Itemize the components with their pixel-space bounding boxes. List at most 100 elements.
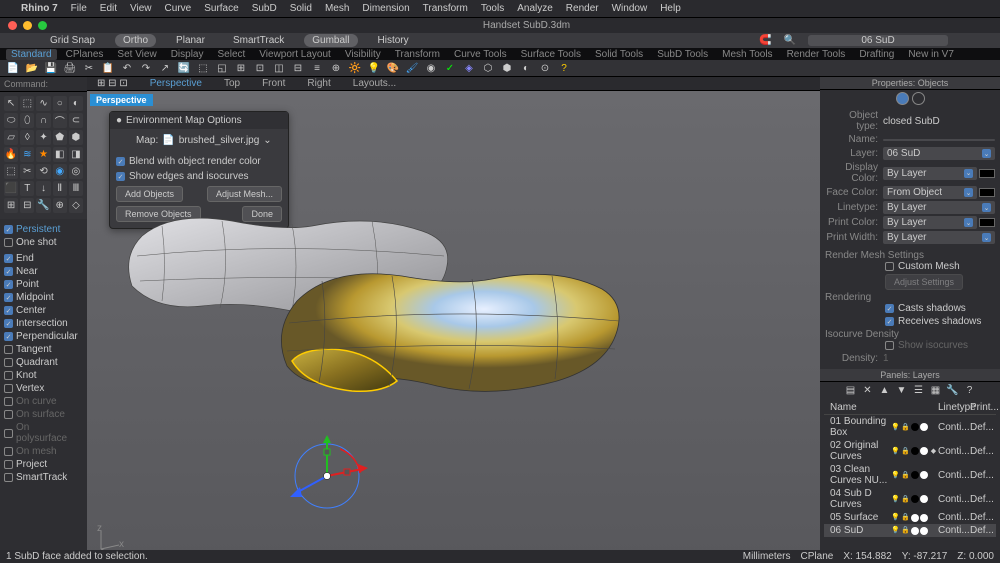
checkbox[interactable]: ✓: [885, 304, 894, 313]
smarttrack-toggle[interactable]: SmartTrack: [225, 34, 292, 47]
menu-item[interactable]: Tools: [481, 3, 504, 14]
gumball-widget[interactable]: [282, 431, 372, 521]
open-icon[interactable]: 📂: [25, 61, 39, 75]
save-icon[interactable]: 💾: [44, 61, 58, 75]
layer-tool-icon[interactable]: ▤: [844, 384, 858, 398]
viewport-tab[interactable]: Front: [252, 78, 295, 89]
print-color-dropdown[interactable]: By Layer⌄: [883, 216, 977, 229]
layer-row[interactable]: 05 Surface💡🔒Conti...Def...: [824, 511, 996, 524]
command-input[interactable]: Command:: [0, 77, 87, 92]
tool-icon[interactable]: ≋: [20, 147, 34, 162]
tool-icon[interactable]: ◊: [20, 130, 34, 145]
checkbox[interactable]: [885, 341, 894, 350]
checkbox[interactable]: ✓: [4, 225, 13, 234]
tool-icon[interactable]: ◧: [53, 147, 67, 162]
lock-icon[interactable]: 🔒: [901, 423, 910, 432]
checkbox[interactable]: [4, 238, 13, 247]
tool-icon[interactable]: ◉: [53, 164, 67, 179]
properties-tab-icon[interactable]: [896, 92, 909, 105]
checkbox[interactable]: ✓: [4, 267, 13, 276]
menu-item[interactable]: View: [130, 3, 152, 14]
planar-toggle[interactable]: Planar: [168, 34, 213, 47]
search-icon[interactable]: 🔍: [784, 35, 796, 46]
menu-item[interactable]: Surface: [204, 3, 238, 14]
tab-item[interactable]: Drafting: [854, 49, 899, 60]
history-toggle[interactable]: History: [370, 34, 417, 47]
material-swatch[interactable]: [920, 471, 928, 479]
layer-dropdown[interactable]: 06 SuD⌄: [883, 147, 995, 160]
layer-row[interactable]: 01 Bounding Box💡🔒Conti...Def...: [824, 415, 996, 439]
tool-icon[interactable]: 🔥: [4, 147, 18, 162]
tab-item[interactable]: Curve Tools: [449, 49, 512, 60]
tool-icon[interactable]: ⊞: [4, 198, 18, 213]
menu-item[interactable]: File: [71, 3, 87, 14]
checkbox[interactable]: ✓: [4, 319, 13, 328]
undo-icon[interactable]: ↶: [120, 61, 134, 75]
tool-icon[interactable]: ⬢: [69, 130, 83, 145]
menu-item[interactable]: Dimension: [362, 3, 409, 14]
tool-icon[interactable]: ◉: [424, 61, 438, 75]
tool-icon[interactable]: ⬢: [500, 61, 514, 75]
tool-icon[interactable]: ◫: [272, 61, 286, 75]
status-cplane[interactable]: CPlane: [801, 551, 834, 562]
tab-item[interactable]: Display: [166, 49, 209, 60]
tab-item[interactable]: Transform: [390, 49, 445, 60]
tool-icon[interactable]: ◈: [462, 61, 476, 75]
tool-icon[interactable]: ◎: [69, 164, 83, 179]
tab-item[interactable]: Render Tools: [782, 49, 851, 60]
tool-icon[interactable]: ⬭: [4, 113, 18, 128]
tool-icon[interactable]: ⊟: [20, 198, 34, 213]
checkbox[interactable]: ✓: [4, 332, 13, 341]
tool-icon[interactable]: ✂: [82, 61, 96, 75]
menu-item[interactable]: Analyze: [517, 3, 553, 14]
lock-icon[interactable]: 🔒: [901, 447, 910, 456]
checkbox[interactable]: [4, 460, 13, 469]
layer-tool-icon[interactable]: ?: [963, 384, 977, 398]
color-swatch[interactable]: [979, 218, 995, 227]
tab-item[interactable]: Viewport Layout: [254, 49, 336, 60]
display-color-dropdown[interactable]: By Layer⌄: [883, 167, 977, 180]
checkbox[interactable]: [4, 397, 13, 406]
face-color-dropdown[interactable]: From Object⌄: [883, 186, 977, 199]
status-units[interactable]: Millimeters: [743, 551, 791, 562]
menu-item[interactable]: Mesh: [325, 3, 349, 14]
checkbox[interactable]: ✓: [885, 317, 894, 326]
layer-color-swatch[interactable]: [911, 447, 919, 455]
layer-color-swatch[interactable]: [911, 495, 919, 503]
checkbox[interactable]: [885, 262, 894, 271]
tab-item[interactable]: Select: [213, 49, 251, 60]
tool-icon[interactable]: ⊡: [253, 61, 267, 75]
tool-icon[interactable]: ↓: [36, 181, 50, 196]
layer-row[interactable]: 06 SuD💡🔒Conti...Def...: [824, 524, 996, 537]
gumball-toggle[interactable]: Gumball: [304, 34, 357, 47]
lock-icon[interactable]: 🔒: [901, 471, 910, 480]
tab-item[interactable]: Set View: [112, 49, 161, 60]
tool-icon[interactable]: ◇: [69, 198, 83, 213]
help-icon[interactable]: ?: [557, 61, 571, 75]
menu-item[interactable]: SubD: [252, 3, 277, 14]
col-header[interactable]: Name: [824, 402, 886, 413]
map-value[interactable]: brushed_silver.jpg: [179, 135, 260, 146]
magnet-icon[interactable]: 🧲: [759, 35, 771, 46]
layer-tool-icon[interactable]: ☰: [912, 384, 926, 398]
tool-icon[interactable]: 💡: [367, 61, 381, 75]
tool-icon[interactable]: ⊙: [538, 61, 552, 75]
minimize-window-button[interactable]: [23, 21, 32, 30]
tool-icon[interactable]: T: [20, 181, 34, 196]
visibility-icon[interactable]: 💡: [891, 513, 900, 522]
menubar[interactable]: Rhino 7 File Edit View Curve Surface Sub…: [0, 0, 1000, 18]
checkbox[interactable]: [4, 410, 13, 419]
tab-item[interactable]: CPlanes: [61, 49, 109, 60]
menu-item[interactable]: Transform: [423, 3, 468, 14]
tool-icon[interactable]: ✦: [36, 130, 50, 145]
menu-item[interactable]: Rhino 7: [21, 3, 58, 14]
tab-item[interactable]: Surface Tools: [516, 49, 586, 60]
tool-icon[interactable]: ✂: [20, 164, 34, 179]
checkbox[interactable]: [4, 447, 13, 456]
visibility-icon[interactable]: 💡: [891, 447, 900, 456]
checkbox[interactable]: ✓: [116, 172, 125, 181]
tool-icon[interactable]: ∩: [36, 113, 50, 128]
col-header[interactable]: Print...: [970, 402, 996, 413]
layer-tool-icon[interactable]: ▦: [929, 384, 943, 398]
maximize-window-button[interactable]: [38, 21, 47, 30]
